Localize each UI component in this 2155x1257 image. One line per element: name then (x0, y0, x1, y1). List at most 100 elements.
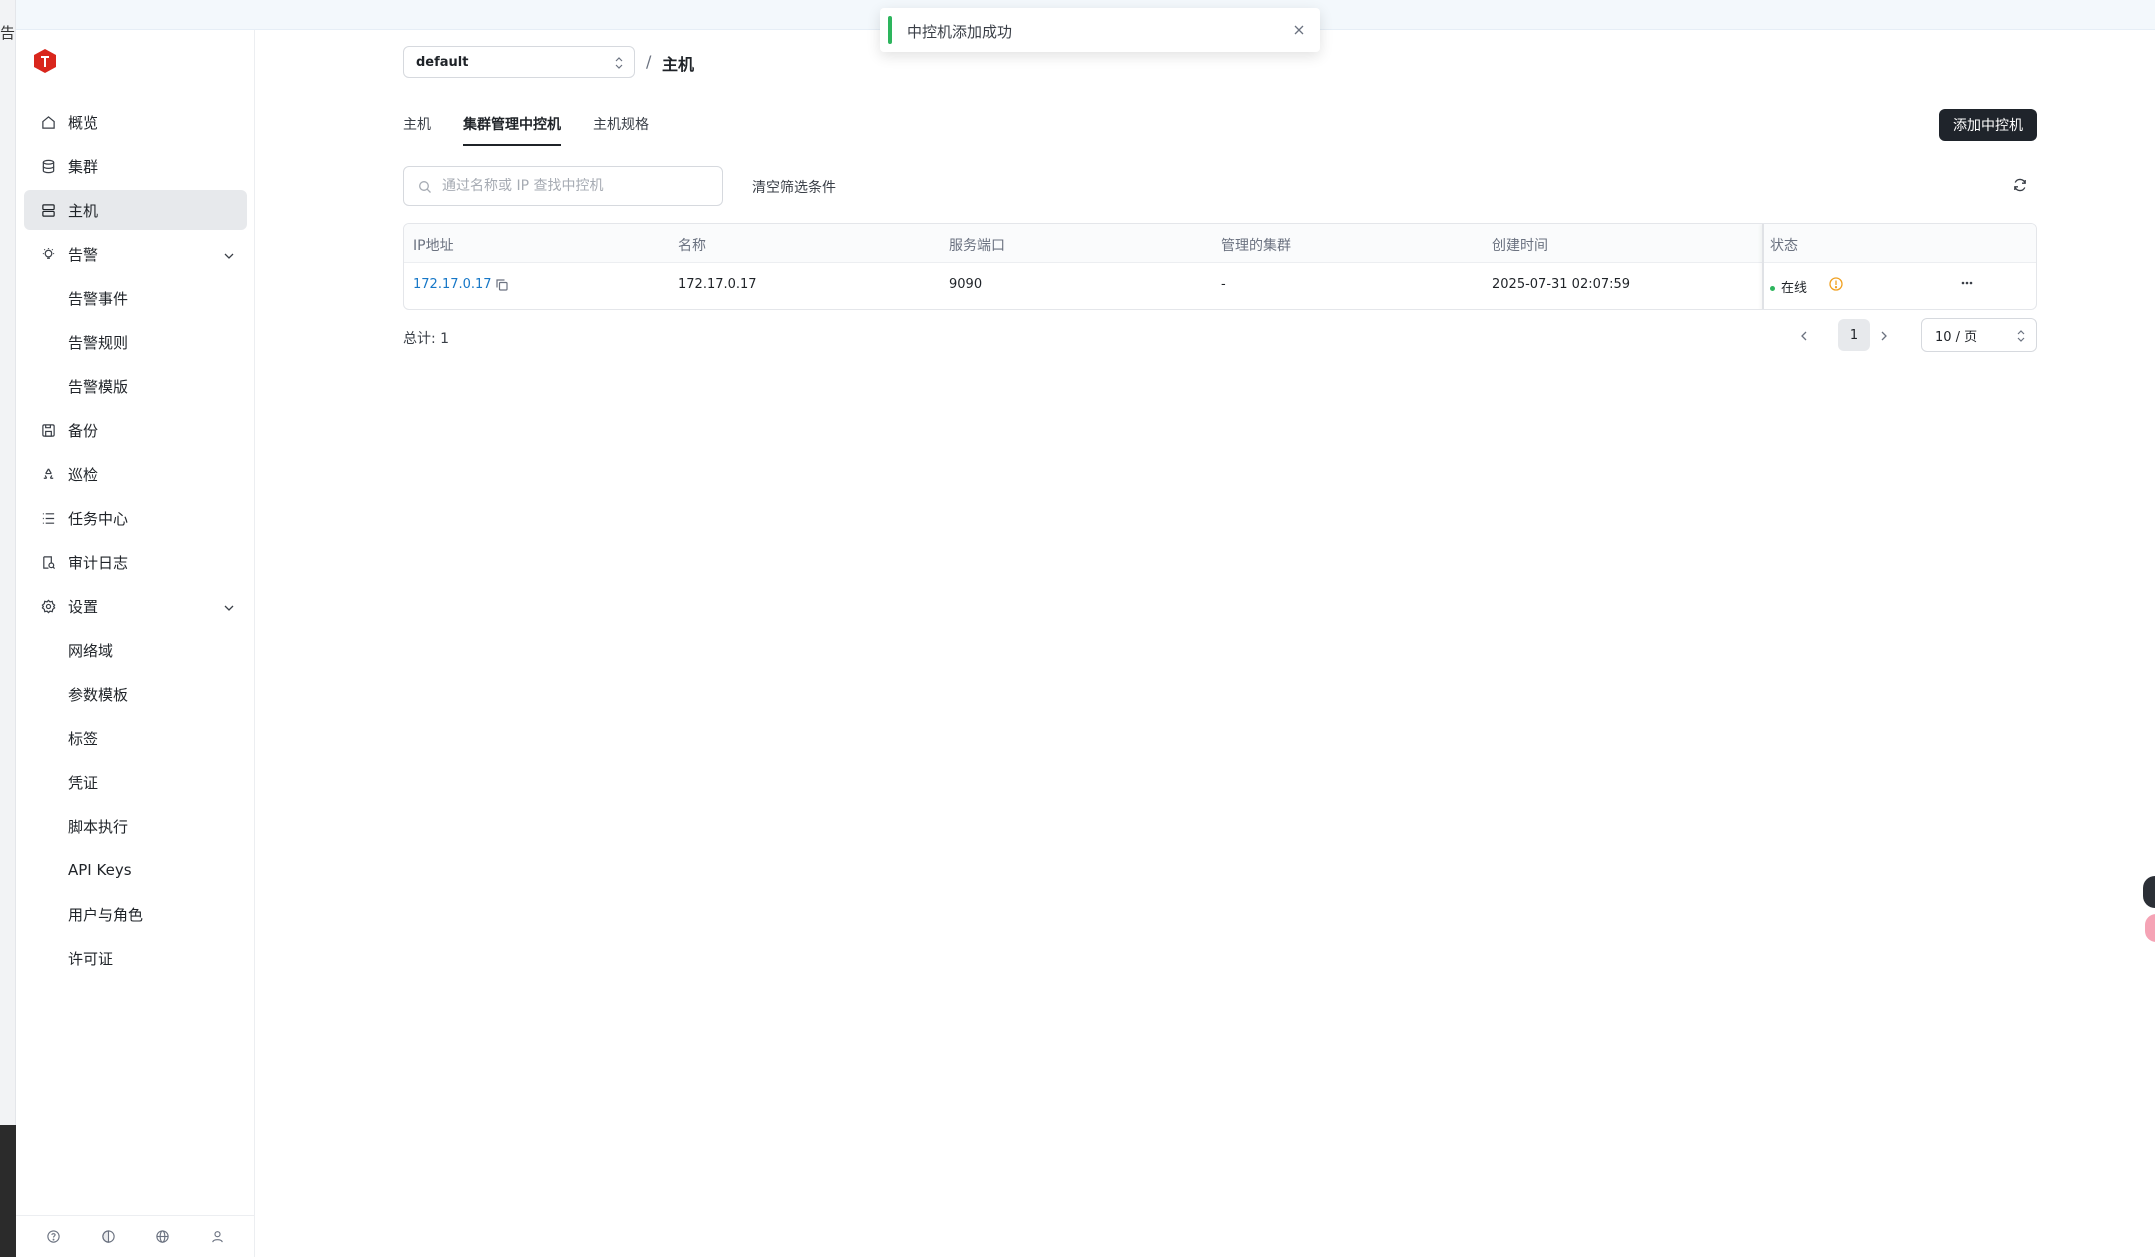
floating-assistant-button[interactable] (2143, 876, 2155, 908)
gear-icon (40, 598, 56, 614)
page-size-value: 10 / 页 (1935, 329, 1978, 345)
tab-bar: 主机 集群管理中控机 主机规格 (403, 112, 681, 148)
sidebar-item-script-exec[interactable]: 脚本执行 (24, 806, 247, 846)
sidebar-item-users-roles[interactable]: 用户与角色 (24, 894, 247, 934)
tab-cluster-control-machines[interactable]: 集群管理中控机 (463, 112, 561, 146)
sidebar-item-api-keys[interactable]: API Keys (24, 850, 247, 890)
globe-icon[interactable] (154, 1228, 172, 1246)
control-machine-table: IP地址 名称 服务端口 管理的集群 创建时间 172.17.0.17 172.… (403, 223, 2037, 310)
sidebar-item-inspection[interactable]: 巡检 (24, 454, 247, 494)
sidebar-item-task-center[interactable]: 任务中心 (24, 498, 247, 538)
search-box (403, 166, 723, 206)
copy-icon[interactable] (495, 278, 509, 292)
clear-filters-button[interactable]: 清空筛选条件 (752, 177, 836, 197)
column-header-name: 名称 (678, 238, 706, 254)
close-icon[interactable] (1292, 23, 1306, 37)
tab-host-specs[interactable]: 主机规格 (593, 112, 649, 142)
add-control-machine-button[interactable]: 添加中控机 (1939, 109, 2037, 141)
sidebar-item-backup[interactable]: 备份 (24, 410, 247, 450)
floating-helper-button[interactable] (2145, 914, 2155, 942)
edge-text: 告 (0, 24, 16, 42)
column-header-created: 创建时间 (1492, 238, 1548, 254)
sidebar-item-label: 任务中心 (68, 509, 129, 528)
sidebar-item-label: 集群 (68, 157, 99, 176)
sidebar-item-hosts[interactable]: 主机 (24, 190, 247, 230)
sidebar-item-label: 巡检 (68, 465, 99, 484)
cell-name: 172.17.0.17 (678, 277, 757, 292)
chevron-down-icon[interactable] (223, 600, 235, 612)
sidebar-item-settings[interactable]: 设置 (24, 586, 247, 626)
success-toast: 中控机添加成功 (880, 8, 1320, 52)
status-cell: 在线 (1764, 263, 2036, 309)
column-header-clusters: 管理的集群 (1221, 238, 1291, 254)
sidebar-item-label: 备份 (68, 421, 99, 440)
sidebar-item-label: 设置 (68, 597, 99, 616)
sidebar-item-alert-templates[interactable]: 告警模版 (24, 366, 247, 406)
chevron-down-icon[interactable] (223, 248, 235, 260)
sidebar-item-credentials[interactable]: 凭证 (24, 762, 247, 802)
main-content: default / 主机 主机 集群管理中控机 主机规格 添加中控机 清空筛选条… (256, 30, 2155, 1257)
sidebar-item-alerts[interactable]: 告警 (24, 234, 247, 274)
left-edge-strip: 告 (0, 0, 16, 1257)
search-icon (418, 180, 432, 194)
refresh-icon[interactable] (2012, 177, 2028, 193)
column-header-port: 服务端口 (949, 238, 1005, 254)
sidebar-item-param-templates[interactable]: 参数模板 (24, 674, 247, 714)
sidebar-item-audit-log[interactable]: 审计日志 (24, 542, 247, 582)
sidebar-item-network-domain[interactable]: 网络域 (24, 630, 247, 670)
list-icon (40, 510, 56, 526)
workspace-select[interactable]: default (403, 46, 635, 78)
sidebar-item-clusters[interactable]: 集群 (24, 146, 247, 186)
sidebar-item-label: 审计日志 (68, 553, 129, 572)
next-page-icon[interactable] (1874, 326, 1894, 346)
sticky-status-column: 状态 在线 (1762, 224, 2036, 309)
toast-message: 中控机添加成功 (907, 23, 1013, 41)
page-size-select[interactable]: 10 / 页 (1921, 318, 2037, 352)
cell-port: 9090 (949, 277, 983, 292)
home-icon (40, 114, 56, 130)
sidebar-footer (16, 1215, 255, 1257)
sidebar-item-alert-events[interactable]: 告警事件 (24, 278, 247, 318)
workspace-select-value: default (416, 54, 469, 70)
recycle-icon (40, 466, 56, 482)
column-header-status: 状态 (1770, 238, 1798, 254)
database-icon (40, 158, 56, 174)
column-header-ip: IP地址 (413, 238, 454, 254)
status-text: 在线 (1781, 281, 1808, 296)
help-icon[interactable] (44, 1228, 62, 1246)
sidebar-item-label: 告警 (68, 245, 99, 264)
sidebar-item-tags[interactable]: 标签 (24, 718, 247, 758)
status-badge: 在线 (1770, 277, 1807, 296)
cell-ip-link[interactable]: 172.17.0.17 (413, 277, 492, 292)
warning-icon[interactable] (1828, 276, 1844, 292)
sidebar-item-license[interactable]: 许可证 (24, 938, 247, 978)
sidebar-nav: 概览 集群 主机 告警 告警事件 告警规则 告警模版 备份 巡检 任务中心 审计… (24, 102, 247, 982)
theme-icon[interactable] (99, 1228, 117, 1246)
more-actions-icon[interactable] (1957, 275, 1977, 291)
prev-page-icon[interactable] (1794, 326, 1814, 346)
sidebar-item-label: 概览 (68, 113, 99, 132)
brand-logo-icon[interactable] (32, 48, 58, 74)
user-icon[interactable] (209, 1228, 227, 1246)
server-icon (40, 202, 56, 218)
tab-hosts[interactable]: 主机 (403, 112, 431, 142)
select-arrows-icon (614, 56, 624, 70)
sidebar-item-overview[interactable]: 概览 (24, 102, 247, 142)
page-number-button[interactable]: 1 (1838, 319, 1870, 351)
search-input[interactable] (442, 178, 712, 194)
page-title: 主机 (662, 55, 695, 74)
sidebar: 概览 集群 主机 告警 告警事件 告警规则 告警模版 备份 巡检 任务中心 审计… (16, 30, 255, 1257)
save-icon (40, 422, 56, 438)
toast-accent-bar (888, 16, 892, 44)
total-count: 总计: 1 (403, 331, 450, 347)
status-header-cell: 状态 (1764, 224, 2036, 263)
sidebar-item-alert-rules[interactable]: 告警规则 (24, 322, 247, 362)
edge-dark-block (0, 1125, 16, 1257)
audit-icon (40, 554, 56, 570)
cell-clusters: - (1221, 277, 1226, 292)
status-dot-icon (1770, 286, 1775, 291)
sidebar-item-label: 主机 (68, 201, 99, 220)
bulb-icon (40, 246, 56, 262)
breadcrumb-separator: / (646, 52, 652, 71)
select-arrows-icon (2016, 329, 2026, 343)
